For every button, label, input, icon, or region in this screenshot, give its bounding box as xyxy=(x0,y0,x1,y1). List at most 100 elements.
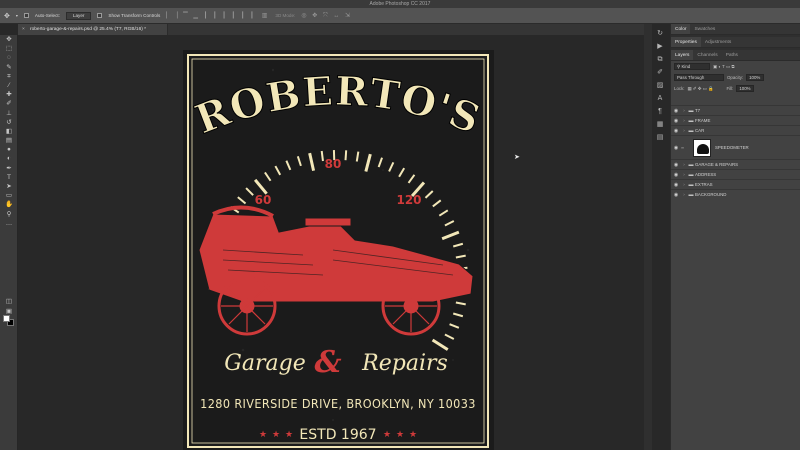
align-buttons[interactable]: ▏▕ ▔ ▁ ┃ ┃ ┃ ┃ ┃ ┃ xyxy=(166,12,255,19)
quick-select-tool-icon[interactable]: ✎ xyxy=(0,63,18,72)
tab-color[interactable]: Color xyxy=(671,24,691,34)
folder-icon: ▬ xyxy=(688,161,694,168)
notes-icon[interactable]: ▤ xyxy=(652,131,668,144)
repairs-text: Repairs xyxy=(361,351,448,376)
star-right-1: ★ xyxy=(383,430,391,440)
tab-swatches[interactable]: Swatches xyxy=(690,24,719,34)
distribute-icon[interactable]: ▥ xyxy=(262,12,270,19)
tab-layers[interactable]: Layers xyxy=(671,50,694,60)
lasso-tool-icon[interactable]: ◌ xyxy=(0,53,18,62)
layer-row[interactable]: ◉ › ▬ T7 xyxy=(671,105,800,115)
history-panel-icon[interactable]: ↻ xyxy=(652,27,668,40)
eyedropper-tool-icon[interactable]: ⁄ xyxy=(0,81,18,90)
screen-mode-icon[interactable]: ▣ xyxy=(0,307,18,316)
marquee-tool-icon[interactable]: ⬚ xyxy=(0,44,18,53)
mouse-cursor: ➤ xyxy=(514,154,520,161)
color-tabs: Color Swatches xyxy=(671,24,800,35)
layer-row[interactable]: ◉ › ▬ GARAGE & REPAIRS xyxy=(671,159,800,169)
layer-row[interactable]: ◉ › ▬ EXTRAS xyxy=(671,179,800,189)
layer-filter-dropdown[interactable]: ⚲ Kind xyxy=(674,63,710,70)
shape-tool-icon[interactable]: ▭ xyxy=(0,191,18,200)
eye-icon[interactable]: ◉ xyxy=(671,182,681,188)
folder-icon: ▬ xyxy=(688,117,694,124)
tab-paths[interactable]: Paths xyxy=(722,50,742,60)
close-tab-icon[interactable]: × xyxy=(22,24,25,35)
options-bar: ✥ ▾ Auto-Select: Layer Show Transform Co… xyxy=(0,8,800,24)
ampersand-text: & xyxy=(314,345,341,380)
hand-tool-icon[interactable]: ✋ xyxy=(0,200,18,209)
app-title: Adobe Photoshop CC 2017 xyxy=(369,1,431,7)
blur-tool-icon[interactable]: ● xyxy=(0,145,18,154)
path-select-tool-icon[interactable]: ➤ xyxy=(0,182,18,191)
dodge-tool-icon[interactable]: ◐ xyxy=(0,154,18,163)
star-right-2: ★ xyxy=(396,430,404,440)
chevron-down-icon[interactable]: ▾ xyxy=(16,13,18,18)
more-tools-icon[interactable]: … xyxy=(0,219,18,228)
lock-icons[interactable]: ▦ ✐ ✥ ▭ 🔒 xyxy=(688,86,714,92)
layer-filter-row: ⚲ Kind ▣ ◐ T ▭ ⧉ xyxy=(671,61,800,72)
lock-row: Lock: ▦ ✐ ✥ ▭ 🔒 Fill: 100% xyxy=(671,83,800,94)
layer-row[interactable]: ◉ › ▬ ADDRESS xyxy=(671,169,800,179)
move-icon[interactable]: ✥ xyxy=(4,12,10,20)
speed-60: 60 xyxy=(255,193,272,207)
healing-brush-tool-icon[interactable]: ✚ xyxy=(0,90,18,99)
show-transform-label: Show Transform Controls xyxy=(108,13,161,18)
adjustments-icon[interactable]: ▨ xyxy=(652,79,668,92)
clone-source-icon[interactable]: ⧉ xyxy=(652,53,668,66)
tab-adjustments[interactable]: Adjustments xyxy=(701,37,735,47)
color-swatches[interactable] xyxy=(3,315,15,327)
3d-tools-icons[interactable]: ◎ ✥ ⤧ ↔ ⇲ xyxy=(301,12,352,20)
eye-icon[interactable]: ◉ xyxy=(671,172,681,178)
auto-select-dropdown[interactable]: Layer xyxy=(65,11,92,20)
opacity-label: Opacity: xyxy=(727,75,744,80)
folder-icon: ▬ xyxy=(688,181,694,188)
opacity-input[interactable]: 100% xyxy=(746,74,765,81)
layer-row[interactable]: ◉ › ▬ FRAME xyxy=(671,115,800,125)
eye-icon[interactable]: ◉ xyxy=(671,192,681,198)
folder-icon: ▬ xyxy=(688,107,694,114)
gradient-tool-icon[interactable]: ▤ xyxy=(0,136,18,145)
layer-name: T7 xyxy=(695,108,701,113)
character-panel-icon[interactable]: A xyxy=(652,92,668,105)
zoom-tool-icon[interactable]: ⚲ xyxy=(0,210,18,219)
actions-panel-icon[interactable]: ▶ xyxy=(652,40,668,53)
libraries-icon[interactable]: ▦ xyxy=(652,118,668,131)
layer-row[interactable]: ◉ › ▬ CAR xyxy=(671,125,800,135)
address-text: 1280 RIVERSIDE DRIVE, BROOKLYN, NY 10033 xyxy=(200,396,476,411)
artwork[interactable]: ROBERTO'S 80 60 120 Garage & Repairs 128… xyxy=(183,50,494,450)
paragraph-panel-icon[interactable]: ¶ xyxy=(652,105,668,118)
blend-row: Pass Through Opacity: 100% xyxy=(671,72,800,83)
quick-mask-icon[interactable]: ◫ xyxy=(0,297,18,306)
tab-channels[interactable]: Channels xyxy=(693,50,721,60)
brush-tool-icon[interactable]: ✐ xyxy=(0,99,18,108)
filter-type-icons[interactable]: ▣ ◐ T ▭ ⧉ xyxy=(713,64,735,70)
eye-icon[interactable]: ◉ xyxy=(671,108,681,114)
eye-icon[interactable]: ◉ xyxy=(671,145,681,151)
blend-mode-dropdown[interactable]: Pass Through xyxy=(674,74,724,81)
speedometer-tick xyxy=(344,150,348,161)
eye-icon[interactable]: ◉ xyxy=(671,118,681,124)
move-tool-icon[interactable]: ✥ xyxy=(0,35,18,44)
show-transform-checkbox[interactable] xyxy=(97,13,103,18)
auto-select-checkbox[interactable] xyxy=(23,13,29,18)
clone-stamp-tool-icon[interactable]: ⊥ xyxy=(0,109,18,118)
layer-row[interactable]: ◉ ∞ SPEEDOMETER xyxy=(671,135,800,159)
history-brush-tool-icon[interactable]: ↺ xyxy=(0,118,18,127)
fill-input[interactable]: 100% xyxy=(736,85,755,92)
type-tool-icon[interactable]: T xyxy=(0,173,18,182)
brush-panel-icon[interactable]: ✐ xyxy=(652,66,668,79)
document-tab[interactable]: × roberto-garage-&-repairs.psd @ 25.4% (… xyxy=(18,24,168,35)
canvas-area[interactable]: ROBERTO'S 80 60 120 Garage & Repairs 128… xyxy=(18,35,644,450)
crop-tool-icon[interactable]: ⌗ xyxy=(0,72,18,81)
eye-icon[interactable]: ◉ xyxy=(671,128,681,134)
layer-thumbnail xyxy=(693,138,711,157)
panel-strip-separator xyxy=(644,24,652,450)
tab-strip xyxy=(168,24,644,35)
lock-label: Lock: xyxy=(674,86,685,91)
eraser-tool-icon[interactable]: ◧ xyxy=(0,127,18,136)
pen-tool-icon[interactable]: ✒ xyxy=(0,164,18,173)
layer-row[interactable]: ◉ › ▬ BACKGROUND xyxy=(671,189,800,199)
tab-properties[interactable]: Properties xyxy=(671,37,701,47)
right-panel: Color Swatches Properties Adjustments La… xyxy=(670,24,800,450)
eye-icon[interactable]: ◉ xyxy=(671,162,681,168)
